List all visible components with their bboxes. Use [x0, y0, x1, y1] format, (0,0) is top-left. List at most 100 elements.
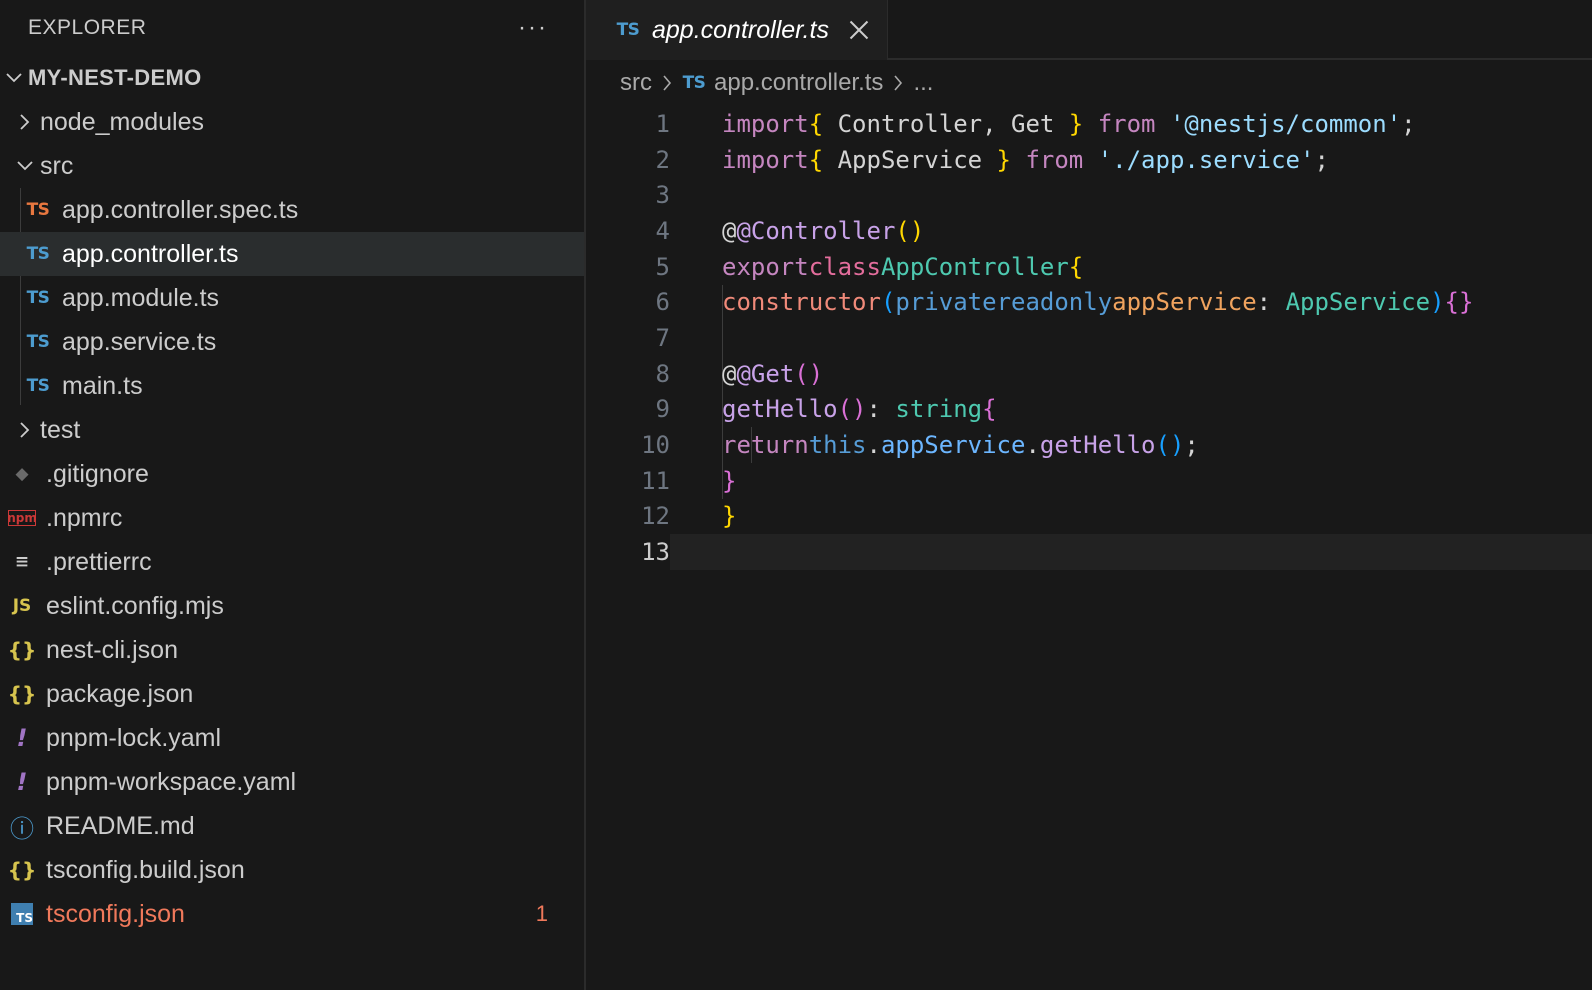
line-number: 10 — [641, 431, 670, 460]
src-children: TS app.controller.spec.ts TS app.control… — [0, 188, 584, 408]
line-number: 4 — [655, 216, 670, 245]
tree-item-npmrc[interactable]: npm .npmrc — [0, 496, 584, 540]
code-text: return this. appService. getHello(); — [722, 431, 1199, 460]
tree-item-label: app.controller.ts — [62, 239, 239, 268]
code-line: 4 @ @Controller() — [586, 213, 1592, 249]
chevron-down-icon — [14, 160, 36, 172]
tree-item-label: tsconfig.json — [46, 899, 185, 928]
breadcrumb-file[interactable]: app.controller.ts — [714, 69, 883, 97]
editor-area: TS app.controller.ts src TS app.controll… — [586, 0, 1592, 990]
tree-item-app-service[interactable]: TS app.service.ts — [0, 320, 584, 364]
lines-icon: ≡ — [14, 552, 30, 572]
explorer-title: EXPLORER — [28, 16, 147, 39]
tsconfig-icon: TS — [11, 903, 33, 925]
tree-item-tsconfig[interactable]: TS tsconfig.json 1 — [0, 892, 584, 936]
code-line: 6 constructor(private readonly appServic… — [586, 284, 1592, 320]
line-number: 9 — [655, 395, 670, 424]
code-text: getHello(): string { — [722, 395, 997, 424]
explorer-header: EXPLORER ··· — [0, 0, 584, 56]
code-line: 11 } — [586, 463, 1592, 499]
tree-item-app-controller-spec[interactable]: TS app.controller.spec.ts — [0, 188, 584, 232]
tree-item-label: .prettierrc — [46, 547, 152, 576]
info-icon: ⓘ — [10, 814, 34, 843]
tree-item-readme[interactable]: ⓘ README.md — [0, 804, 584, 848]
tree-item-label: node_modules — [40, 107, 205, 136]
tree-item-label: README.md — [46, 811, 195, 840]
tree-item-prettierrc[interactable]: ≡ .prettierrc — [0, 540, 584, 584]
typescript-icon: TS — [26, 376, 50, 396]
tree-item-tsconfig-build[interactable]: {} tsconfig.build.json — [0, 848, 584, 892]
breadcrumb: src TS app.controller.ts ... — [586, 60, 1592, 106]
line-number: 5 — [655, 252, 670, 281]
code-text: } — [722, 502, 737, 531]
tree-item-label: .npmrc — [46, 503, 123, 532]
typescript-spec-icon: TS — [26, 200, 50, 220]
chevron-right-icon — [662, 74, 672, 92]
tab-app-controller[interactable]: TS app.controller.ts — [586, 0, 888, 60]
breadcrumb-more[interactable]: ... — [913, 69, 933, 97]
breadcrumb-folder[interactable]: src — [620, 69, 652, 97]
tree-item-node-modules[interactable]: node_modules — [0, 100, 584, 144]
json-icon: {} — [7, 858, 37, 882]
tree-item-label: pnpm-lock.yaml — [46, 723, 222, 752]
tree-item-nest-cli[interactable]: {} nest-cli.json — [0, 628, 584, 672]
problem-count-badge: 1 — [535, 901, 548, 926]
tree-item-label: eslint.config.mjs — [46, 591, 224, 620]
tree-item-label: package.json — [46, 679, 194, 708]
code-editor[interactable]: 1 import { Controller, Get } from '@nest… — [586, 106, 1592, 570]
tree-item-src[interactable]: src — [0, 144, 584, 188]
typescript-icon: TS — [682, 73, 706, 93]
code-line: 1 import { Controller, Get } from '@nest… — [586, 106, 1592, 142]
tree-item-pnpm-lock[interactable]: ! pnpm-lock.yaml — [0, 716, 584, 760]
line-number: 8 — [655, 359, 670, 388]
tree-item-label: nest-cli.json — [46, 635, 178, 664]
json-icon: {} — [7, 682, 37, 706]
chevron-right-icon — [14, 421, 36, 439]
more-actions-icon[interactable]: ··· — [518, 14, 548, 42]
tree-item-package-json[interactable]: {} package.json — [0, 672, 584, 716]
tree-item-main[interactable]: TS main.ts — [0, 364, 584, 408]
tree-item-test[interactable]: test — [0, 408, 584, 452]
line-number: 12 — [641, 502, 670, 531]
code-text: @ @Controller() — [722, 216, 925, 245]
tree-item-label: app.controller.spec.ts — [62, 195, 299, 224]
code-line: 7 — [586, 320, 1592, 356]
tree-item-pnpm-workspace[interactable]: ! pnpm-workspace.yaml — [0, 760, 584, 804]
tree-item-label: app.module.ts — [62, 283, 220, 312]
line-number: 13 — [641, 538, 670, 567]
code-line-current: 13 — [586, 534, 1592, 570]
tree-item-label: .gitignore — [46, 459, 149, 488]
code-line: 8 @ @Get() — [586, 356, 1592, 392]
code-text: import { Controller, Get } from '@nestjs… — [722, 109, 1416, 138]
yaml-icon: ! — [16, 724, 28, 752]
tree-item-eslint-config[interactable]: JS eslint.config.mjs — [0, 584, 584, 628]
code-line: 5 export class AppController { — [586, 249, 1592, 285]
code-line: 3 — [586, 177, 1592, 213]
git-icon: ◆ — [15, 464, 29, 484]
tree-item-label: pnpm-workspace.yaml — [46, 767, 297, 796]
yaml-icon: ! — [16, 768, 28, 796]
chevron-right-icon — [893, 74, 903, 92]
code-line: 9 getHello(): string { — [586, 392, 1592, 428]
chevron-down-icon — [0, 72, 28, 84]
tree-item-app-controller[interactable]: TS app.controller.ts — [0, 232, 584, 276]
code-text: @ @Get() — [722, 359, 824, 388]
close-icon[interactable] — [849, 20, 869, 40]
code-text: export class AppController { — [722, 252, 1084, 281]
tree-item-label: main.ts — [62, 371, 143, 400]
code-text: constructor(private readonly appService:… — [722, 288, 1474, 317]
code-text — [670, 534, 1592, 570]
file-tree: node_modules src TS app.controller.spec.… — [0, 100, 584, 936]
tree-item-label: src — [40, 151, 74, 180]
chevron-right-icon — [14, 113, 36, 131]
project-section-header[interactable]: MY-NEST-DEMO — [0, 56, 584, 100]
json-icon: {} — [7, 638, 37, 662]
tree-item-gitignore[interactable]: ◆ .gitignore — [0, 452, 584, 496]
line-number: 2 — [655, 145, 670, 174]
code-line: 10 return this. appService. getHello(); — [586, 427, 1592, 463]
tree-item-label: app.service.ts — [62, 327, 217, 356]
tree-item-app-module[interactable]: TS app.module.ts — [0, 276, 584, 320]
javascript-icon: JS — [12, 596, 32, 616]
